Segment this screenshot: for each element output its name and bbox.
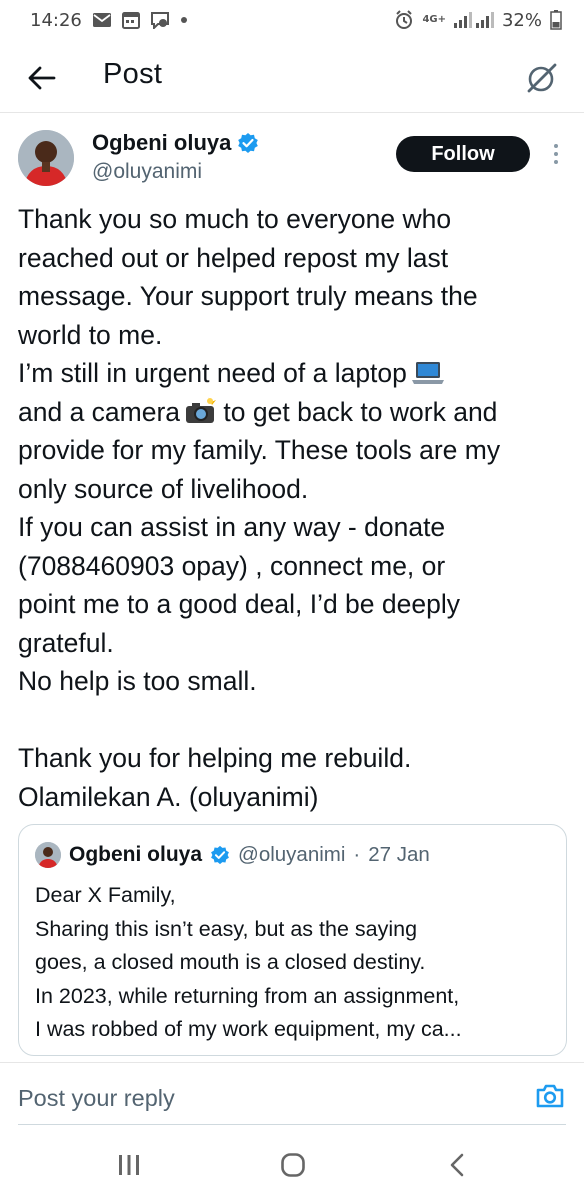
post-line: only source of livelihood. xyxy=(18,473,309,504)
page-title: Post xyxy=(103,58,163,90)
messenger-icon xyxy=(150,11,170,29)
status-left: 14:26 xyxy=(30,10,188,31)
back-button[interactable] xyxy=(22,58,62,98)
system-back-button[interactable] xyxy=(440,1150,474,1180)
calendar-icon xyxy=(121,11,140,29)
post-line: point me to a good deal, I’d be deeply xyxy=(18,589,460,619)
post-line: message. Your support truly means the xyxy=(18,281,478,311)
status-time: 14:26 xyxy=(30,9,82,31)
alarm-icon xyxy=(394,10,414,30)
top-app-bar: Post xyxy=(0,46,584,112)
network-type: 4G+ xyxy=(422,14,446,25)
back-icon xyxy=(450,1153,464,1177)
avatar[interactable] xyxy=(18,130,74,186)
more-dot xyxy=(554,144,558,148)
post-line: Thank you so much to everyone who xyxy=(18,204,452,234)
laptop-icon xyxy=(411,362,444,384)
home-icon xyxy=(281,1153,305,1177)
post-line: No help is too small. xyxy=(18,666,257,696)
post-line: (7088460903 opay) , connect me, or xyxy=(18,550,446,581)
follow-button[interactable]: Follow xyxy=(396,136,530,172)
post-line-text: and a camera xyxy=(18,396,181,427)
status-right: 4G+ 32% xyxy=(394,10,562,31)
post-line-text: I’m still in urgent need of a laptop xyxy=(18,358,407,388)
post-line: Olamilekan A. (oluyanimi) xyxy=(18,781,319,812)
post-line: world to me. xyxy=(18,319,163,350)
quote-date: 27 Jan xyxy=(368,843,430,866)
verified-badge-icon xyxy=(238,133,259,153)
post-body: Thank you so much to everyone who reache… xyxy=(18,200,574,816)
back-arrow-icon xyxy=(28,66,56,90)
reply-divider xyxy=(0,1062,584,1063)
header-divider xyxy=(0,112,584,113)
post-author-row: Ogbeni oluya @oluyanimi Follow xyxy=(0,128,584,192)
camera-button[interactable] xyxy=(534,1080,566,1112)
home-button[interactable] xyxy=(276,1150,310,1180)
post-line: grateful. xyxy=(18,627,114,658)
battery-percent: 32% xyxy=(501,9,542,31)
quote-header: Ogbeni oluya @oluyanimi · 27 Jan xyxy=(35,841,430,869)
quote-separator: · xyxy=(353,843,361,866)
quote-line: Dear X Family, xyxy=(35,883,176,907)
author-name-text: Ogbeni oluya xyxy=(92,130,232,155)
quote-line: Sharing this isn’t easy, but as the sayi… xyxy=(35,916,418,941)
recents-icon xyxy=(119,1155,139,1175)
system-nav-bar xyxy=(0,1140,584,1190)
reply-underline xyxy=(18,1124,566,1125)
grok-icon xyxy=(527,63,557,93)
post-line: reached out or helped repost my last xyxy=(18,242,449,273)
more-options-icon[interactable] xyxy=(546,140,566,168)
mail-icon xyxy=(92,12,112,28)
more-dot xyxy=(554,152,558,156)
quote-handle: @oluyanimi xyxy=(238,843,346,866)
more-dot xyxy=(554,160,558,164)
quoted-post-card[interactable]: Ogbeni oluya @oluyanimi · 27 Jan Dear X … xyxy=(18,824,567,1056)
post-line-camera: and a camera📸 to get back to work and xyxy=(18,393,574,432)
verified-badge-icon xyxy=(211,845,229,865)
quote-line: In 2023, while returning from an assignm… xyxy=(35,983,460,1008)
quote-body: Dear X Family, Sharing this isn’t easy, … xyxy=(35,879,555,1047)
post-line-text: to get back to work and xyxy=(223,396,498,427)
post-line-laptop: I’m still in urgent need of a laptop💻 xyxy=(18,354,574,393)
quote-avatar xyxy=(35,842,61,868)
grok-button[interactable] xyxy=(520,56,564,100)
status-bar: 14:26 4G+ 32% xyxy=(0,0,584,40)
post-line: If you can assist in any way - donate xyxy=(18,512,446,542)
camera-flash-icon xyxy=(186,396,217,423)
quote-line: goes, a closed mouth is a closed destiny… xyxy=(35,950,426,974)
author-name[interactable]: Ogbeni oluya xyxy=(92,130,259,156)
post-line: Thank you for helping me rebuild. xyxy=(18,743,412,773)
quote-author-name: Ogbeni oluya xyxy=(69,843,203,866)
post-line: provide for my family. These tools are m… xyxy=(18,435,501,465)
camera-icon xyxy=(536,1084,564,1108)
author-handle[interactable]: @oluyanimi xyxy=(92,160,202,184)
screen: 14:26 4G+ 32% Post Ogbeni oluya @oluyani… xyxy=(0,0,584,1200)
reply-input[interactable] xyxy=(18,1078,478,1118)
recents-button[interactable] xyxy=(112,1150,146,1180)
quote-line: I was robbed of my work equipment, my ca… xyxy=(35,1017,462,1041)
dot-icon xyxy=(180,16,188,24)
signal-icon xyxy=(453,11,494,29)
battery-icon xyxy=(550,10,562,30)
